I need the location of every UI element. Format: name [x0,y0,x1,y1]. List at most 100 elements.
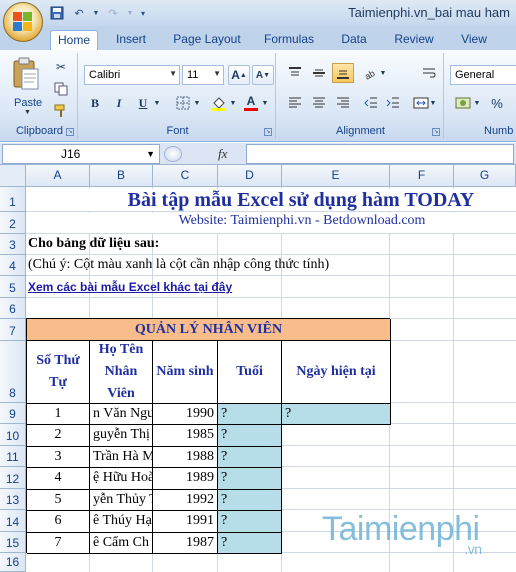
align-top-icon[interactable] [284,63,306,83]
cell-birth-year[interactable]: 1988 [153,447,218,468]
row-header[interactable]: 9 [0,403,26,424]
borders-icon[interactable] [172,93,194,113]
percent-icon[interactable]: % [486,93,508,113]
row-header[interactable]: 2 [0,212,26,234]
align-center-icon[interactable] [308,93,330,113]
cell-current-date[interactable] [282,425,391,447]
borders-dropdown-icon[interactable]: ▼ [192,93,202,113]
column-header-b[interactable]: B [90,165,153,187]
cell-stt[interactable]: 7 [27,533,90,554]
merge-dropdown-icon[interactable]: ▼ [428,93,438,113]
row-header[interactable]: 7 [0,319,26,341]
cell-age[interactable]: ? [218,533,282,554]
row-header[interactable]: 16 [0,553,26,572]
comma-style-icon[interactable]: , [508,93,516,113]
redo-icon[interactable]: ↷ [104,4,122,22]
tab-insert[interactable]: Insert [108,30,154,50]
row-header[interactable]: 4 [0,255,26,276]
cell-birth-year[interactable]: 1987 [153,533,218,554]
cell-birth-year[interactable]: 1985 [153,425,218,447]
redo-dropdown-icon[interactable]: ▼ [126,4,134,22]
undo-dropdown-icon[interactable]: ▼ [92,4,100,22]
undo-icon[interactable]: ↶ [70,4,88,22]
wrap-text-icon[interactable] [418,63,440,83]
cell-name[interactable]: yễn Thủy T [90,490,153,511]
cell-current-date[interactable] [282,490,391,511]
cell-current-date[interactable]: ? [282,404,391,425]
font-color-dropdown-icon[interactable]: ▼ [260,93,270,113]
cell-birth-year[interactable]: 1991 [153,511,218,533]
cell-current-date[interactable] [282,468,391,490]
row-header[interactable]: 5 [0,276,26,298]
accounting-format-icon[interactable] [452,93,474,113]
cell-birth-year[interactable]: 1989 [153,468,218,490]
examples-link[interactable]: Xem các bài mẫu Excel khác tại đây [28,280,288,298]
cell-name[interactable]: n Văn Ngu [90,404,153,425]
fill-color-dropdown-icon[interactable]: ▼ [228,93,238,113]
select-all-corner[interactable] [0,165,26,187]
cell-stt[interactable]: 5 [27,490,90,511]
cell-stt[interactable]: 3 [27,447,90,468]
cut-icon[interactable]: ✂ [50,57,72,77]
cell-age[interactable]: ? [218,404,282,425]
column-header-c[interactable]: C [153,165,218,187]
align-left-icon[interactable] [284,93,306,113]
insert-function-icon[interactable]: fx [218,146,227,162]
increase-indent-icon[interactable] [382,93,404,113]
accounting-dropdown-icon[interactable]: ▼ [472,93,482,113]
cell-name[interactable]: guyễn Thị I [90,425,153,447]
orientation-dropdown-icon[interactable]: ▼ [378,63,388,83]
row-header[interactable]: 1 [0,187,26,212]
bold-button[interactable]: B [84,93,106,113]
formula-input[interactable] [246,144,514,164]
worksheet-grid[interactable]: A B C D E F G 1 2 3 4 5 6 7 8 9 10 11 12… [0,165,516,572]
row-header[interactable]: 3 [0,234,26,255]
cell-name[interactable]: ê Cẩm Ch [90,533,153,554]
tab-formulas[interactable]: Formulas [258,30,320,50]
row-header[interactable]: 14 [0,510,26,532]
italic-button[interactable]: I [108,93,130,113]
cell-stt[interactable]: 6 [27,511,90,533]
decrease-indent-icon[interactable] [360,93,382,113]
shrink-font-button[interactable]: A ▼ [252,65,274,85]
column-header-e[interactable]: E [282,165,390,187]
tab-data[interactable]: Data [334,30,374,50]
cell-birth-year[interactable]: 1990 [153,404,218,425]
alignment-launcher-icon[interactable]: ↘ [432,128,440,136]
customize-qat-icon[interactable]: ▾ [138,4,148,22]
tab-view[interactable]: View [454,30,494,50]
row-header[interactable]: 12 [0,467,26,489]
align-bottom-icon[interactable] [332,63,354,83]
row-header[interactable]: 6 [0,298,26,319]
column-header-g[interactable]: G [454,165,516,187]
cell-age[interactable]: ? [218,490,282,511]
paste-button[interactable]: Paste ▼ [10,57,44,117]
office-button[interactable] [3,2,43,42]
font-size-select[interactable]: 11 ▼ [182,65,224,85]
tab-review[interactable]: Review [388,30,440,50]
cell-stt[interactable]: 4 [27,468,90,490]
column-header-f[interactable]: F [390,165,454,187]
name-box[interactable]: J16 ▼ [2,144,160,164]
tab-page-layout[interactable]: Page Layout [168,30,246,50]
column-header-a[interactable]: A [26,165,90,187]
align-middle-icon[interactable] [308,63,330,83]
align-right-icon[interactable] [332,93,354,113]
row-header[interactable]: 11 [0,446,26,467]
underline-button[interactable]: U [132,93,154,113]
column-header-d[interactable]: D [218,165,282,187]
row-header[interactable]: 13 [0,489,26,510]
row-header[interactable]: 8 [0,341,26,403]
cell-name[interactable]: ệ Hữu Hoà [90,468,153,490]
row-header[interactable]: 10 [0,424,26,446]
row-header[interactable]: 15 [0,532,26,553]
font-color-icon[interactable]: A [240,93,262,113]
cell-stt[interactable]: 2 [27,425,90,447]
fill-color-icon[interactable] [208,93,230,113]
copy-icon[interactable] [50,79,72,99]
font-family-select[interactable]: Calibri ▼ [84,65,180,85]
cell-age[interactable]: ? [218,447,282,468]
cell-current-date[interactable] [282,447,391,468]
cell-age[interactable]: ? [218,468,282,490]
cell-age[interactable]: ? [218,511,282,533]
